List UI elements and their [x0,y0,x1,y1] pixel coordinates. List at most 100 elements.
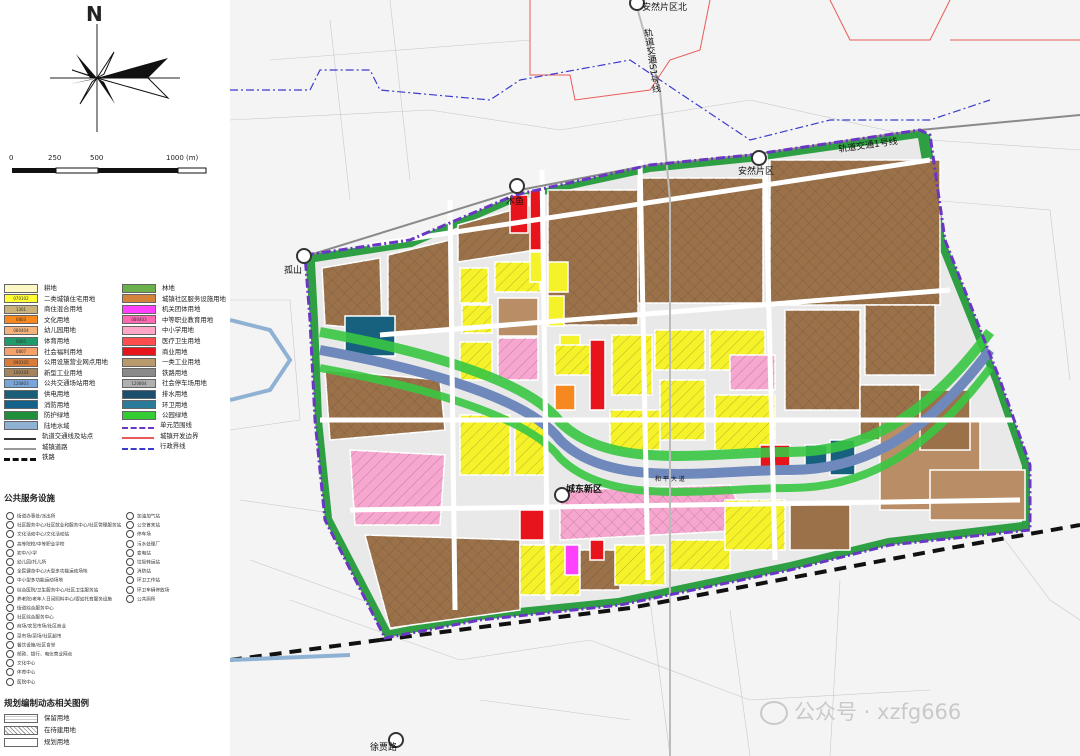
station-anran-label: 安然片区 [738,167,775,177]
land-use-legend-item: 陆地水域 [4,421,70,431]
facility-item: 全民健身中心/大型多功能运动场地 [6,567,87,576]
legend-swatch [4,410,38,420]
parcel-status-overlay [615,545,665,585]
legend-swatch [4,713,38,723]
land-parcel[interactable] [497,297,539,337]
legend-swatch [122,347,156,357]
facility-symbol-icon [6,604,14,612]
legend-label: 医疗卫生用地 [162,337,201,345]
facility-symbol-icon [6,650,14,658]
station-gushan-marker[interactable] [296,248,312,264]
land-use-legend-item: 080404 幼儿园用地 [4,325,76,335]
legend-label: 排水用地 [162,390,188,398]
river [230,318,293,402]
planning-status-item: 规划用地 [4,737,70,747]
land-parcel[interactable] [589,339,606,411]
legend-swatch [122,325,156,335]
line-swatch [122,426,154,429]
facility-label: 体育中心 [17,670,36,676]
line-swatch [122,437,154,440]
facility-label: 商场/农贸市场/社区商业 [17,624,67,630]
facility-label: 消防站 [137,569,151,575]
facility-label: 初中/小学 [17,551,37,557]
public-facilities-title: 公共服务设施 [4,494,56,504]
legend-label: 环卫用地 [162,400,188,409]
legend-swatch [4,737,38,747]
land-use-legend-item: 120804 社会停车场用地 [122,378,207,388]
land-use-legend-item: 林地 [122,283,175,293]
legend-label: 幼儿园用地 [44,326,76,335]
line-swatch [4,437,36,440]
facility-label: 文化活动中心/文化活动站 [17,532,70,538]
legend-label: 城镇开发边界 [160,431,199,440]
scale-label-250: 250 [48,154,62,162]
planning-status-item: 保留用地 [4,713,70,723]
facility-item: 公共厕所 [126,594,155,604]
legend-label: 铁路 [42,453,55,462]
station-gushan-label: 孤山 [284,266,303,276]
land-parcel[interactable] [589,539,605,561]
legend-swatch: 120803 [4,378,38,388]
legend-swatch: 100104 [4,368,38,378]
facility-label: 高等院校/中等职业学校 [17,542,65,548]
facility-item: 污水处理厂 [126,539,160,549]
legend-label: 城镇社区服务设施用地 [162,294,226,303]
land-parcel[interactable] [929,469,1026,521]
facility-label: 医院中心 [17,680,36,686]
town-boundary-red [529,0,1080,101]
land-use-legend-item: 防护绿地 [4,410,70,420]
legend-swatch: 080404 [4,325,38,335]
legend-label: 商住混合用地 [44,305,83,314]
legend-label: 铁路用地 [162,368,188,377]
land-parcel[interactable] [547,261,569,293]
legend-label: 二类城镇住宅用地 [44,294,96,303]
legend-swatch: 090105 [4,357,38,367]
land-parcel[interactable] [554,384,576,411]
wechat-icon [760,701,788,725]
facility-symbol-icon [6,659,14,668]
land-parcel[interactable] [519,509,545,541]
legend-label: 行政界线 [160,442,186,451]
facility-label: 综合医院/卫生服务中心/社区卫生服务站 [17,588,99,594]
facility-label: 变电站 [137,551,151,557]
legend-swatch [4,400,38,410]
line-legend-item: 行政界线 [122,441,186,451]
facility-symbol-icon [6,668,14,677]
land-use-legend-item: 铁路用地 [122,368,188,378]
facility-item: 菜市场/菜场/社区超市 [6,631,61,641]
facility-label: 加油加气站 [137,514,160,520]
legend-swatch [4,283,38,293]
facility-symbol-icon [6,558,14,566]
legend-swatch [4,389,38,399]
legend-label: 商业用地 [162,347,188,356]
facility-item: 幼儿园/托儿所 [6,558,46,567]
facility-symbol-icon [6,548,14,557]
facility-symbol-icon [126,567,134,576]
parcel-status-overlay [388,240,450,335]
legend-label: 单元范围线 [160,421,192,429]
line-legend-item: 城镇道路 [4,442,68,452]
parcel-status-overlay [785,310,860,410]
facility-item: 加油加气站 [126,512,160,521]
facility-label: 街道综合服务中心 [17,606,54,612]
facility-label: 邮政、银行、电信营业网点 [17,652,73,658]
line-legend-item: 铁路 [4,452,55,462]
legend-swatch [122,400,156,410]
station-muyu-marker[interactable] [509,178,525,194]
facility-item: 变电站 [126,548,151,558]
facility-symbol-icon [126,521,134,530]
facility-label: 环卫车辆停放场 [137,588,170,594]
land-parcel[interactable] [564,544,580,576]
land-use-legend-item: 医疗卫生用地 [122,336,200,346]
facility-item: 体育中心 [6,668,35,677]
land-use-legend-item: 070102 二类城镇住宅用地 [4,294,95,304]
land-parcel[interactable] [789,504,851,551]
land-use-map[interactable]: 安然片区北 轨道交通S1号线 轨道交通1号线 安然片区 木鱼 孤山 城东新区 和… [230,0,1080,756]
legend-label: 新型工业用地 [44,368,83,377]
facility-symbol-icon [6,640,14,649]
legend-swatch [122,410,156,420]
facility-label: 停车场 [137,532,151,538]
land-use-legend-item: 0807 社会福利用地 [4,347,82,357]
scale-label-unit: (m) [186,154,199,162]
legend-label: 消防用地 [44,400,70,409]
